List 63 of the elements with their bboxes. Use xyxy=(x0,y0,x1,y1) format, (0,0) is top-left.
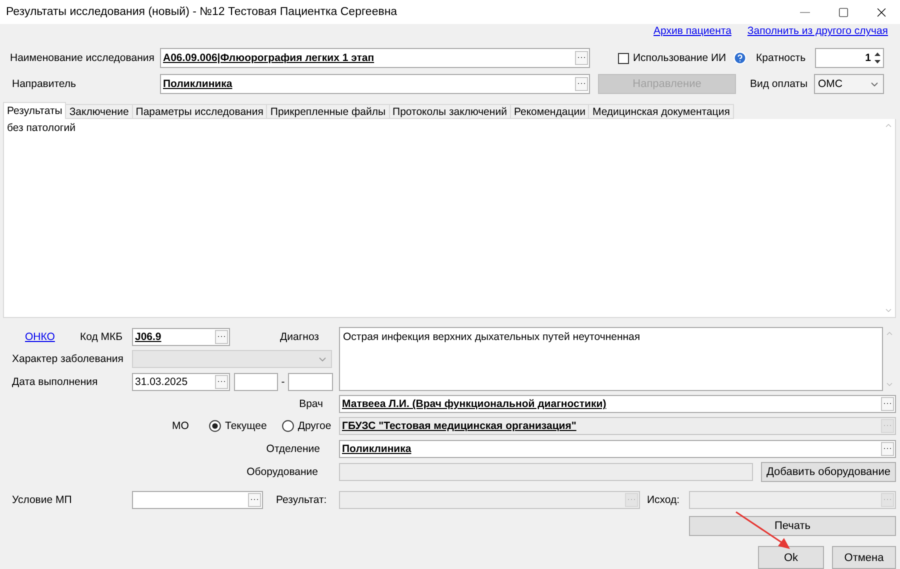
help-icon[interactable] xyxy=(733,51,747,65)
date-field[interactable]: 31.03.2025 xyxy=(132,372,230,390)
field-label: Отделение xyxy=(266,443,320,455)
payment-type-select[interactable]: ОМС xyxy=(814,74,884,94)
tab[interactable]: Заключение xyxy=(65,104,133,119)
spin-arrows-icon[interactable] xyxy=(873,50,882,66)
field-label: Врач xyxy=(299,398,323,410)
diagnosis-text: Острая инфекция верхних дыхательных путей неуточненная xyxy=(343,331,640,343)
field-label: Исход: xyxy=(647,494,680,506)
field-label: МО xyxy=(172,420,189,432)
time-field[interactable] xyxy=(288,372,333,390)
results-text-area[interactable]: без патологий xyxy=(3,119,896,318)
tab[interactable]: Прикрепленные файлы xyxy=(266,104,390,119)
checkbox[interactable] xyxy=(618,52,629,64)
onko-link[interactable]: ОНКО xyxy=(25,330,55,342)
field-label: Характер заболевания xyxy=(12,353,124,365)
field-label: Диагноз xyxy=(280,330,319,342)
icd-code-field[interactable]: J06.9 xyxy=(132,328,230,346)
scroll-up-icon[interactable] xyxy=(885,329,894,338)
tab[interactable]: Медицинская документация xyxy=(588,104,734,119)
range-dash: - xyxy=(280,376,286,388)
field-label: Результат: xyxy=(276,494,327,506)
print-button[interactable]: Печать xyxy=(689,516,896,536)
study-name-field[interactable]: A06.09.006|Флюорография легких 1 этап xyxy=(160,48,590,68)
ok-button[interactable]: Ok xyxy=(758,546,824,569)
care-condition-field[interactable] xyxy=(132,491,263,509)
doctor-field[interactable]: Матвееа Л.И. (Врач функциональной диагностики) xyxy=(339,395,896,413)
tab[interactable]: Рекомендации xyxy=(510,104,590,119)
maximize-icon xyxy=(838,6,848,18)
scroll-down-icon[interactable] xyxy=(884,306,893,315)
tab[interactable]: Параметры исследования xyxy=(132,104,268,119)
field-label: Вид оплаты xyxy=(750,78,808,90)
scroll-up-icon[interactable] xyxy=(884,121,893,130)
radio-label: Текущее xyxy=(225,420,267,432)
tab[interactable]: Протоколы заключений xyxy=(388,104,511,119)
header-link[interactable]: Архив пациента xyxy=(654,25,732,39)
multiplicity-spinner[interactable]: 1 xyxy=(815,48,884,68)
field-label: Условие МП xyxy=(12,494,72,506)
browse-button[interactable] xyxy=(215,374,228,388)
header-link[interactable]: Заполнить из другого случая xyxy=(747,25,888,39)
diagnosis-text-area[interactable]: Острая инфекция верхних дыхательных путей неуточненная xyxy=(339,327,883,391)
department-field[interactable]: Поликлиника xyxy=(339,440,896,458)
checkbox-label: Использование ИИ xyxy=(633,52,726,64)
time-field[interactable] xyxy=(234,372,278,390)
cancel-button[interactable]: Отмена xyxy=(832,546,896,569)
window-title: Результаты исследования (новый) - №12 Тестовая Пациентка Сергеевна xyxy=(6,6,398,18)
browse-button[interactable] xyxy=(881,442,894,456)
tab[interactable]: Результаты xyxy=(3,102,66,119)
browse-button[interactable] xyxy=(575,77,588,91)
scroll-down-icon[interactable] xyxy=(885,380,894,389)
browse-button[interactable] xyxy=(248,493,261,507)
browse-button[interactable] xyxy=(575,51,588,65)
field-label: Код МКБ xyxy=(80,330,123,342)
referrer-field[interactable]: Поликлиника xyxy=(160,74,590,94)
radio-label: Другое xyxy=(298,420,332,432)
field-label: Оборудование xyxy=(246,466,318,478)
field-label: Направитель xyxy=(12,78,76,90)
field-label: Дата выполнения xyxy=(12,376,98,388)
results-text: без патологий xyxy=(7,122,76,134)
browse-button[interactable] xyxy=(881,397,894,411)
browse-button[interactable] xyxy=(215,330,228,344)
field-label: Кратность xyxy=(756,52,806,64)
field-label: Наименование исследования xyxy=(10,52,154,64)
